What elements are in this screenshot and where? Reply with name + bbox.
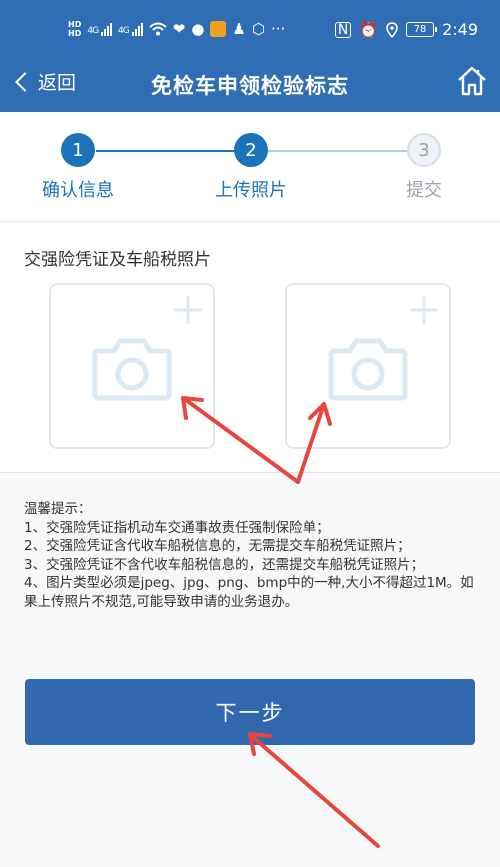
upload-section: 交强险凭证及车船税照片 xyxy=(0,223,500,473)
tip-item: 2、交强险凭证含代收车船税信息的，无需提交车船税凭证照片； xyxy=(24,538,411,554)
more-icon: ··· xyxy=(270,20,286,38)
progress-stepper: 1 2 3 确认信息 上传照片 提交 xyxy=(0,112,500,222)
shield-icon: ⬡ xyxy=(251,20,265,38)
status-left: HD HD 4G 4G ❤ ● ♟ ⬡ ··· xyxy=(68,20,285,38)
upload-box-insurance[interactable] xyxy=(49,283,215,449)
app-icon xyxy=(210,21,227,37)
home-icon[interactable] xyxy=(456,64,488,98)
step-2-label: 上传照片 xyxy=(215,180,287,201)
upload-box-vessel-tax[interactable] xyxy=(285,283,451,449)
tips-panel: 温馨提示： 1、交强险凭证指机动车交通事故责任强制保险单； 2、交强险凭证含代收… xyxy=(24,500,479,611)
alarm-icon: ⏰ xyxy=(359,20,379,39)
battery-level: 78 xyxy=(413,24,427,35)
tip-item: 3、交强险凭证不含代收车船税信息的，还需提交车船税凭证照片； xyxy=(24,556,425,573)
step-1-label: 确认信息 xyxy=(42,180,114,201)
step-number: 3 xyxy=(418,139,430,161)
network-type: 4G xyxy=(118,25,130,36)
message-icon: ● xyxy=(191,20,205,38)
nav-bar: 返回 免检车申领检验标志 xyxy=(0,58,500,112)
tip-item: 4、图片类型必须是jpeg、jpg、png、bmp中的一种,大小不得超过1M。如… xyxy=(24,575,474,610)
status-right: N ⏰ 78 2:49 xyxy=(334,20,478,39)
tips-heading: 温馨提示： xyxy=(24,501,92,517)
step-number: 2 xyxy=(245,139,257,161)
next-step-label: 下一步 xyxy=(215,701,285,725)
step-2-indicator: 2 xyxy=(234,133,268,167)
step-connector xyxy=(96,150,235,152)
camera-icon xyxy=(328,338,408,401)
upload-title: 交强险凭证及车船税照片 xyxy=(24,250,211,270)
signal-icon: 4G xyxy=(118,22,143,36)
step-3-label: 提交 xyxy=(406,180,442,201)
battery-icon: 78 xyxy=(406,22,438,37)
camera-icon xyxy=(92,338,172,401)
hd-badge: HD xyxy=(68,29,82,38)
app-header: HD HD 4G 4G ❤ ● ♟ ⬡ ··· N ⏰ 78 2:49 返回 免… xyxy=(0,0,500,112)
page-title: 免检车申领检验标志 xyxy=(151,74,349,98)
hd-badges: HD HD xyxy=(68,20,81,38)
step-number: 1 xyxy=(72,139,84,161)
step-3-indicator: 3 xyxy=(407,133,441,167)
clock: 2:49 xyxy=(442,20,478,39)
signal-icon: 4G xyxy=(87,22,113,36)
status-bar: HD HD 4G 4G ❤ ● ♟ ⬡ ··· N ⏰ 78 2:49 xyxy=(0,0,500,58)
plus-icon xyxy=(410,296,438,324)
step-connector xyxy=(268,150,408,152)
qq-icon: ♟ xyxy=(232,20,246,38)
plus-icon xyxy=(174,296,202,324)
wifi-icon xyxy=(149,22,167,36)
health-icon: ❤ xyxy=(172,20,186,38)
tip-item: 1、交强险凭证指机动车交通事故责任强制保险单； xyxy=(24,519,330,536)
location-icon xyxy=(386,21,398,38)
step-1-indicator: 1 xyxy=(61,133,95,167)
annotation-arrow xyxy=(252,736,380,848)
next-step-button[interactable]: 下一步 xyxy=(25,679,475,745)
nfc-icon: N xyxy=(334,21,352,38)
network-type: 4G xyxy=(87,25,99,36)
hd-badge: HD xyxy=(68,20,82,29)
